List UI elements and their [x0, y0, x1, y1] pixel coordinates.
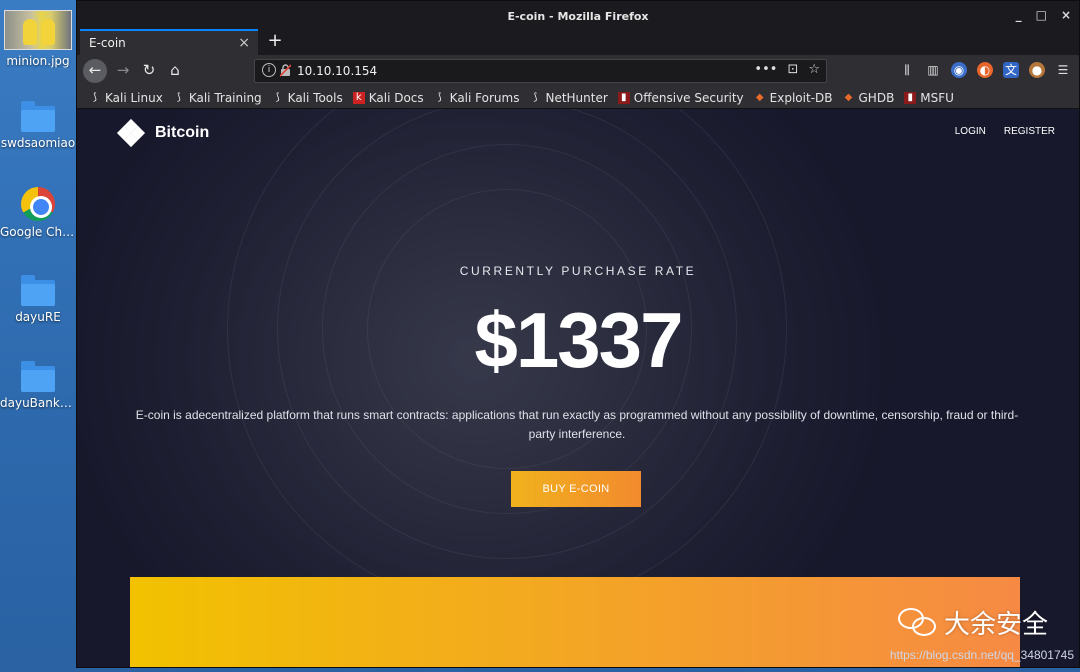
- bookmark-label: Kali Docs: [368, 90, 424, 105]
- home-button[interactable]: ⌂: [163, 59, 187, 83]
- bookmark-kali-docs[interactable]: k Kali Docs: [352, 90, 424, 105]
- url-bar[interactable]: i 10.10.10.154 ••• ⊡ ☆: [254, 59, 827, 83]
- navigation-toolbar: ← → ↻ ⌂ i 10.10.10.154 ••• ⊡ ☆ ⫼ ▥ ◉ ◐ 文…: [77, 55, 1079, 87]
- desktop-icon-swdsaomiao[interactable]: swdsaomiao: [0, 101, 76, 150]
- desktop-icon-google-chrome[interactable]: Google Chr...: [0, 187, 76, 239]
- toolbar-right: ⫼ ▥ ◉ ◐ 文 ● ☰: [899, 62, 1071, 78]
- desktop-icon-label: dayuBankro...: [0, 396, 76, 410]
- buy-e-coin-button[interactable]: BUY E-COIN: [511, 471, 641, 507]
- bookmark-kali-training[interactable]: ⟆ Kali Training: [173, 91, 262, 105]
- sidebar-icon[interactable]: ▥: [925, 62, 941, 78]
- page-actions: ••• ⊡ ☆: [754, 62, 820, 77]
- star-icon[interactable]: ☆: [808, 62, 820, 77]
- login-link[interactable]: LOGIN: [955, 126, 986, 137]
- hero-kicker: CURRENTLY PURCHASE RATE: [459, 264, 697, 278]
- folder-icon: [21, 101, 55, 132]
- bookmark-label: MSFU: [920, 90, 954, 105]
- bookmark-exploit-db[interactable]: ◆ Exploit-DB: [754, 91, 833, 105]
- extension-icon[interactable]: ◉: [951, 62, 967, 78]
- new-tab-button[interactable]: +: [265, 30, 285, 51]
- kali-dragon-icon: ⟆: [437, 91, 442, 103]
- minimize-button[interactable]: _: [1016, 9, 1022, 21]
- register-link[interactable]: REGISTER: [1004, 126, 1055, 137]
- translate-icon[interactable]: 文: [1003, 62, 1019, 78]
- tab-e-coin[interactable]: E-coin ×: [80, 29, 258, 55]
- bookmark-label: Exploit-DB: [769, 90, 833, 105]
- watermark-text: 大余安全: [943, 610, 1048, 640]
- msfu-icon: ▮: [904, 91, 917, 104]
- folder-icon: [21, 275, 55, 306]
- bookmark-label: GHDB: [858, 90, 895, 105]
- info-icon[interactable]: i: [262, 63, 276, 77]
- tab-bar: E-coin × +: [77, 29, 1079, 55]
- minion-thumbnail: [4, 10, 72, 50]
- forward-button[interactable]: →: [111, 59, 135, 83]
- desktop-icon-dayure[interactable]: dayuRE: [0, 275, 76, 324]
- offsec-icon: ▮: [617, 91, 630, 104]
- bookmarks-toolbar: ⟆ Kali Linux ⟆ Kali Training ⟆ Kali Tools k…: [77, 87, 1079, 109]
- site-brand[interactable]: Bitcoin: [116, 118, 210, 148]
- desktop-icon-label: Google Chr...: [0, 225, 76, 239]
- reload-button[interactable]: ↻: [137, 59, 161, 83]
- back-button[interactable]: ←: [83, 59, 107, 83]
- folder-icon: [21, 361, 55, 392]
- kali-dragon-icon: ⟆: [275, 91, 280, 103]
- bookmark-label: Kali Training: [188, 90, 262, 105]
- desktop-icon-minion[interactable]: minion.jpg: [0, 10, 76, 68]
- desktop-icon-dayubankro[interactable]: dayuBankro...: [0, 361, 76, 410]
- insecure-lock-icon[interactable]: [280, 64, 291, 77]
- window-controls: _ □ ×: [1016, 9, 1071, 21]
- close-button[interactable]: ×: [1061, 9, 1071, 21]
- bookmark-label: Kali Tools: [287, 90, 343, 105]
- window-title: E-coin - Mozilla Firefox: [507, 10, 649, 23]
- chrome-icon: [21, 187, 55, 221]
- bookmark-offensive-security[interactable]: ▮ Offensive Security: [617, 90, 744, 105]
- bookmark-label: NetHunter: [545, 90, 608, 105]
- hero-price: $1337: [474, 296, 684, 384]
- maximize-button[interactable]: □: [1036, 9, 1047, 21]
- nethunter-icon: ⟆: [533, 91, 538, 103]
- bookmark-label: Offensive Security: [633, 90, 744, 105]
- menu-icon[interactable]: ☰: [1055, 62, 1071, 78]
- firefox-window: E-coin - Mozilla Firefox _ □ × E-coin × …: [76, 0, 1080, 668]
- promo-banner: [130, 577, 1020, 667]
- bookmark-ghdb[interactable]: ◆ GHDB: [843, 91, 895, 105]
- exploitdb-icon: ◆: [755, 91, 764, 103]
- url-text: 10.10.10.154: [297, 64, 378, 78]
- tab-close-icon[interactable]: ×: [238, 31, 250, 55]
- tab-label: E-coin: [89, 36, 126, 50]
- desktop-icon-label: dayuRE: [15, 310, 61, 324]
- pocket-icon[interactable]: ⊡: [787, 62, 798, 77]
- firefox-icon[interactable]: ◐: [977, 62, 993, 78]
- library-icon[interactable]: ⫼: [899, 62, 915, 78]
- bitcoin-logo-icon: [116, 118, 146, 148]
- theme-icon[interactable]: ●: [1029, 62, 1045, 78]
- page-actions-menu-icon[interactable]: •••: [754, 62, 777, 77]
- desktop-icon-label: minion.jpg: [6, 54, 70, 68]
- bookmark-label: Kali Forums: [449, 90, 520, 105]
- bookmark-kali-linux[interactable]: ⟆ Kali Linux: [89, 91, 163, 105]
- bookmark-label: Kali Linux: [105, 90, 163, 105]
- wechat-icon: [897, 607, 938, 638]
- hero-description: E-coin is adecentralized platform that r…: [135, 408, 1019, 441]
- bookmark-msfu[interactable]: ▮ MSFU: [904, 91, 954, 105]
- web-page: Bitcoin LOGIN REGISTER CURRENTLY PURCHAS…: [77, 109, 1079, 667]
- watermark: 大余安全: [897, 604, 1048, 641]
- csdn-url-watermark: https://blog.csdn.net/qq_34801745: [889, 648, 1074, 662]
- site-menu: LOGIN REGISTER: [955, 126, 1055, 137]
- ghdb-icon: ◆: [844, 91, 853, 103]
- desktop-icon-label: swdsaomiao: [0, 136, 76, 150]
- bookmark-kali-forums[interactable]: ⟆ Kali Forums: [434, 91, 520, 105]
- kali-dragon-icon: ⟆: [176, 91, 181, 103]
- brand-name: Bitcoin: [155, 124, 210, 141]
- bookmark-nethunter[interactable]: ⟆ NetHunter: [529, 90, 608, 105]
- window-titlebar[interactable]: E-coin - Mozilla Firefox _ □ ×: [77, 1, 1079, 29]
- kali-dragon-icon: ⟆: [93, 91, 97, 103]
- bookmark-kali-tools[interactable]: ⟆ Kali Tools: [272, 91, 343, 105]
- kali-docs-icon: k: [352, 91, 365, 104]
